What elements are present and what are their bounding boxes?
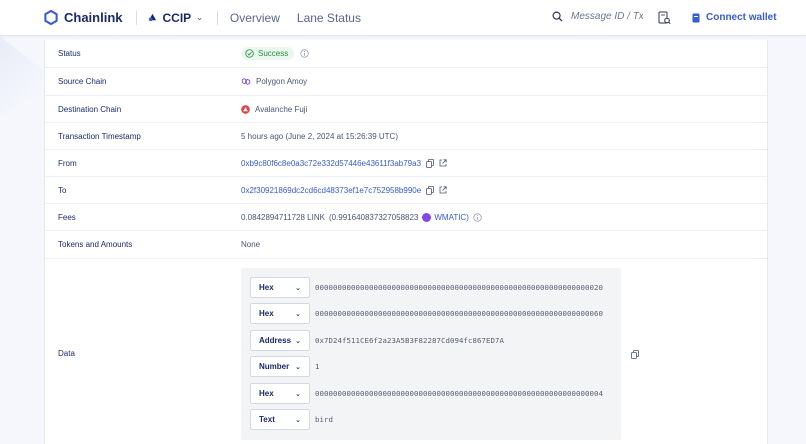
row-source-chain: Source Chain Polygon Amoy — [45, 68, 767, 96]
data-value: 0000000000000000000000000000000000000000… — [315, 389, 603, 398]
tokens-text: None — [241, 240, 261, 249]
source-chain-label: Source Chain — [58, 77, 107, 86]
product-switcher[interactable]: CCIP ⌄ — [147, 11, 203, 25]
copy-icon[interactable] — [631, 350, 639, 359]
data-item: Address ⌄ 0x7D24f511CE6f2a23A5B3F82287Cd… — [250, 330, 504, 351]
status-text: Success — [258, 49, 289, 58]
timestamp-text: 5 hours ago (June 2, 2024 at 15:26:39 UT… — [241, 131, 398, 141]
data-type-value: Hex — [259, 283, 274, 292]
data-value: bird — [315, 415, 333, 424]
wmatic-token[interactable]: WMATIC) — [422, 212, 469, 222]
source-chain-value: Polygon Amoy — [241, 77, 307, 86]
avalanche-icon — [241, 104, 250, 114]
row-timestamp: Transaction Timestamp 5 hours ago (June … — [45, 123, 767, 150]
data-type-value: Number — [259, 362, 290, 371]
from-label: From — [58, 158, 77, 168]
row-from: From 0xb9c80f6c8e0a3c72e332d57446e43611f… — [45, 150, 767, 177]
data-value: 0x7D24f511CE6f2a23A5B3F82287Cd094fc867ED… — [315, 336, 504, 345]
chevron-down-icon: ⌄ — [295, 284, 301, 292]
destination-chain-name: Avalanche Fuji — [255, 104, 308, 114]
to-label: To — [58, 185, 67, 195]
transaction-details-card: Status Success Source Chain Polygon Amoy… — [44, 40, 768, 444]
row-to: To 0x2f30921869dc2cd6cd48373ef1e7c752958… — [45, 177, 767, 204]
data-type-value: Address — [259, 336, 292, 345]
data-type-select[interactable]: Hex ⌄ — [250, 383, 310, 404]
header-divider — [135, 10, 137, 25]
data-item: Number ⌄ 1 — [250, 356, 320, 377]
search-bar — [552, 11, 643, 22]
data-type-select[interactable]: Hex ⌄ — [250, 303, 310, 324]
timestamp-label: Transaction Timestamp — [58, 131, 141, 141]
status-label: Status — [58, 49, 81, 58]
status-badge: Success — [241, 47, 295, 60]
data-type-value: Text — [259, 415, 275, 424]
row-fees: Fees 0.0842894711728 LINK (0.99164083732… — [45, 204, 767, 231]
external-link-icon[interactable] — [439, 186, 447, 194]
data-value: 0000000000000000000000000000000000000000… — [315, 309, 603, 318]
nav-lane-status[interactable]: Lane Status — [297, 11, 361, 25]
wallet-icon — [692, 13, 700, 22]
data-type-select[interactable]: Number ⌄ — [250, 356, 310, 377]
brand-name: Chainlink — [64, 10, 123, 25]
fees-label: Fees — [58, 212, 76, 222]
data-decoder-panel: Hex ⌄ 0000000000000000000000000000000000… — [241, 268, 621, 440]
document-search-icon[interactable] — [658, 11, 671, 25]
data-type-select[interactable]: Address ⌄ — [250, 330, 310, 351]
status-value: Success — [241, 47, 309, 60]
data-value: 1 — [315, 362, 320, 371]
data-item: Hex ⌄ 0000000000000000000000000000000000… — [250, 303, 603, 324]
fees-alt-amount: (0.991640837327058823 — [328, 212, 419, 222]
chevron-down-icon: ⌄ — [295, 416, 301, 424]
copy-icon[interactable] — [426, 185, 435, 195]
wmatic-token-label: WMATIC) — [434, 212, 469, 222]
data-type-select[interactable]: Hex ⌄ — [250, 277, 310, 298]
to-value: 0x2f30921869dc2cd6cd48373ef1e7c752958b99… — [241, 186, 447, 195]
data-item: Hex ⌄ 0000000000000000000000000000000000… — [250, 383, 603, 404]
connect-wallet-label: Connect wallet — [706, 12, 777, 23]
timestamp-value: 5 hours ago (June 2, 2024 at 15:26:39 UT… — [241, 132, 398, 141]
data-type-value: Hex — [259, 389, 274, 398]
polygon-token-icon — [422, 212, 432, 222]
row-destination-chain: Destination Chain Avalanche Fuji — [45, 96, 767, 123]
destination-chain-label: Destination Chain — [58, 104, 122, 114]
external-link-icon[interactable] — [439, 159, 447, 167]
tokens-value: None — [241, 240, 260, 249]
ccip-icon — [148, 13, 156, 22]
destination-chain-value: Avalanche Fuji — [241, 105, 307, 114]
chevron-down-icon: ⌄ — [295, 363, 301, 371]
row-tokens: Tokens and Amounts None — [45, 231, 767, 259]
chevron-down-icon: ⌄ — [295, 310, 301, 318]
source-chain-name: Polygon Amoy — [256, 77, 308, 86]
nav-overview[interactable]: Overview — [230, 11, 280, 25]
data-item: Text ⌄ bird — [250, 409, 333, 430]
from-value: 0xb9c80f6c8e0a3c72e332d57446e43611f3ab79… — [241, 159, 447, 168]
chainlink-logo[interactable]: Chainlink — [44, 10, 123, 25]
chevron-down-icon: ⌄ — [295, 337, 301, 345]
data-label: Data — [58, 349, 75, 358]
tokens-label: Tokens and Amounts — [58, 240, 133, 249]
search-icon — [552, 11, 563, 22]
chevron-down-icon: ⌄ — [196, 13, 203, 22]
to-address-link[interactable]: 0x2f30921869dc2cd6cd48373ef1e7c752958b99… — [241, 186, 421, 195]
chainlink-hexagon-icon — [44, 10, 58, 25]
fees-value: 0.0842894711728 LINK (0.9916408373270588… — [241, 212, 482, 222]
check-circle-icon — [245, 49, 254, 58]
polygon-icon — [241, 78, 251, 85]
info-icon[interactable] — [300, 49, 309, 58]
fees-link-amount: 0.0842894711728 LINK — [241, 212, 325, 222]
data-item: Hex ⌄ 0000000000000000000000000000000000… — [250, 277, 603, 298]
chevron-down-icon: ⌄ — [295, 390, 301, 398]
product-name: CCIP — [162, 10, 192, 25]
row-status: Status Success — [45, 40, 767, 68]
data-type-select[interactable]: Text ⌄ — [250, 409, 310, 430]
info-icon[interactable] — [473, 212, 482, 222]
search-input[interactable] — [571, 11, 643, 22]
connect-wallet-button[interactable]: Connect wallet — [692, 12, 777, 23]
top-navbar: Chainlink CCIP ⌄ Overview Lane Status Co… — [0, 0, 806, 36]
from-address-link[interactable]: 0xb9c80f6c8e0a3c72e332d57446e43611f3ab79… — [241, 159, 421, 168]
data-type-value: Hex — [259, 309, 274, 318]
copy-icon[interactable] — [426, 158, 434, 168]
header-divider — [216, 10, 218, 25]
data-value: 0000000000000000000000000000000000000000… — [315, 283, 603, 292]
